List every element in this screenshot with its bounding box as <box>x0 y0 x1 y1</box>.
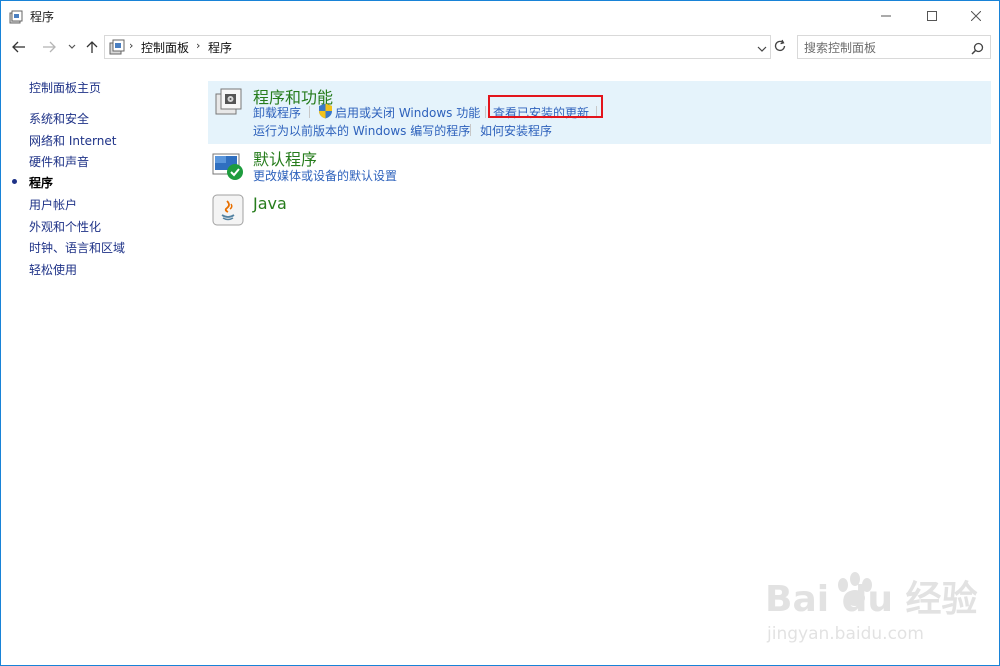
watermark-text: Bai du 经验 <box>765 579 978 620</box>
link-separator <box>470 124 471 136</box>
link-separator <box>485 106 486 118</box>
baidu-jingyan-watermark: Bai du 经验 jingyan.baidu.com <box>761 561 991 651</box>
window-title: 程序 <box>30 10 55 24</box>
breadcrumb-separator-icon: › <box>129 39 134 52</box>
title-bar: 程序 <box>1 1 999 31</box>
refresh-button[interactable] <box>771 35 789 57</box>
sidebar-item-system-security[interactable]: 系统和安全 <box>29 110 89 127</box>
address-dropdown-button[interactable] <box>757 40 767 59</box>
uac-shield-icon <box>318 103 333 119</box>
control-panel-window: 程序 › 控制面板 › 程序 搜索控制面板 控制面板主页 系统和安全 网络和 I… <box>0 0 1000 666</box>
default-programs-icon <box>212 150 244 182</box>
watermark-url: jingyan.baidu.com <box>766 624 924 644</box>
link-separator <box>309 106 310 118</box>
sidebar-item-hardware-sound[interactable]: 硬件和声音 <box>29 153 89 170</box>
java-icon <box>212 194 244 226</box>
recent-locations-button[interactable] <box>65 37 79 57</box>
sidebar-item-ease-of-access[interactable]: 轻松使用 <box>29 261 77 278</box>
sidebar-item-network-internet[interactable]: 网络和 Internet <box>29 132 116 149</box>
annotation-highlight-box <box>488 95 603 118</box>
close-icon <box>971 11 981 21</box>
chevron-down-icon <box>757 46 767 52</box>
search-icon[interactable] <box>971 40 984 59</box>
sidebar-item-user-accounts[interactable]: 用户帐户 <box>29 196 77 213</box>
navigation-bar: › 控制面板 › 程序 搜索控制面板 <box>1 31 999 63</box>
category-title-java[interactable]: Java <box>253 194 287 213</box>
sidebar-item-control-panel-home[interactable]: 控制面板主页 <box>29 79 101 96</box>
current-item-bullet-icon <box>12 179 17 184</box>
breadcrumb-programs[interactable]: 程序 <box>208 39 232 56</box>
refresh-icon <box>774 39 786 52</box>
chevron-down-icon <box>68 44 76 49</box>
back-button[interactable] <box>9 37 29 57</box>
forward-button[interactable] <box>39 37 59 57</box>
close-button[interactable] <box>953 1 999 31</box>
sidebar-item-programs: 程序 <box>29 176 54 190</box>
category-programs-features: 程序和功能 卸载程序 启用或关闭 Windows 功能 查看已安装的更新 运行为… <box>208 81 991 144</box>
breadcrumb-control-panel[interactable]: 控制面板 <box>141 39 189 56</box>
control-panel-icon <box>109 39 125 55</box>
search-placeholder: 搜索控制面板 <box>804 41 877 55</box>
category-default-programs: 默认程序 更改媒体或设备的默认设置 <box>208 144 991 192</box>
breadcrumb-separator-icon: › <box>196 39 201 52</box>
search-box[interactable]: 搜索控制面板 <box>797 35 991 59</box>
run-older-programs-link[interactable]: 运行为以前版本的 Windows 编写的程序 <box>253 122 470 139</box>
sidebar-item-appearance[interactable]: 外观和个性化 <box>29 218 101 235</box>
uninstall-program-link[interactable]: 卸载程序 <box>253 104 301 121</box>
minimize-icon <box>881 15 891 17</box>
how-to-install-link[interactable]: 如何安装程序 <box>480 122 552 139</box>
minimize-button[interactable] <box>863 1 909 31</box>
change-media-defaults-link[interactable]: 更改媒体或设备的默认设置 <box>253 167 397 184</box>
category-java: Java <box>208 192 991 232</box>
up-button[interactable] <box>83 37 101 57</box>
up-arrow-icon <box>86 41 98 53</box>
programs-features-icon <box>212 85 244 117</box>
sidebar-item-clock-region[interactable]: 时钟、语言和区域 <box>29 239 125 256</box>
turn-windows-features-link[interactable]: 启用或关闭 Windows 功能 <box>335 104 480 121</box>
maximize-button[interactable] <box>909 1 955 31</box>
sidebar: 控制面板主页 系统和安全 网络和 Internet 硬件和声音 程序 用户帐户 … <box>1 63 201 663</box>
address-bar[interactable]: › 控制面板 › 程序 <box>104 35 771 59</box>
forward-arrow-icon <box>43 41 56 53</box>
maximize-icon <box>927 11 937 21</box>
back-arrow-icon <box>12 41 25 53</box>
control-panel-icon <box>9 9 23 24</box>
